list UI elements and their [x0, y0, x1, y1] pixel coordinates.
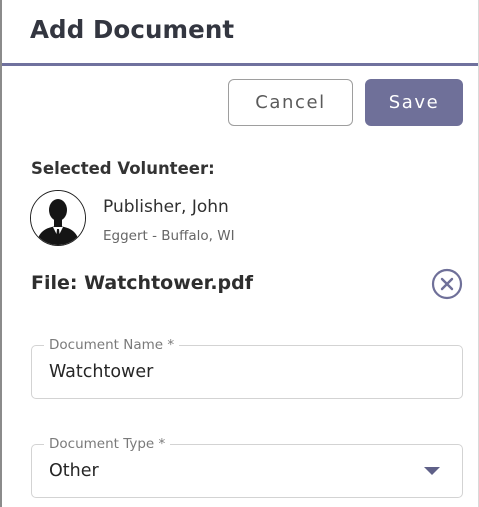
close-circle-icon	[431, 268, 463, 300]
add-document-panel: Add Document Cancel Save Selected Volunt…	[0, 0, 479, 507]
document-name-field[interactable]: Document Name * Watchtower	[31, 336, 463, 399]
panel-header: Add Document	[2, 0, 478, 66]
remove-file-button[interactable]	[431, 268, 463, 300]
caret-down-icon[interactable]	[424, 467, 440, 475]
volunteer-location: Eggert - Buffalo, WI	[103, 228, 235, 244]
person-silhouette-icon	[31, 191, 85, 245]
volunteer-name: Publisher, John	[103, 197, 229, 217]
save-button[interactable]: Save	[365, 79, 463, 126]
document-name-label: Document Name *	[44, 336, 180, 354]
cancel-button[interactable]: Cancel	[228, 79, 353, 126]
document-type-label: Document Type *	[44, 435, 171, 453]
page-title: Add Document	[30, 15, 235, 44]
file-name-label: File: Watchtower.pdf	[31, 272, 253, 294]
avatar	[30, 190, 86, 246]
selected-volunteer-label: Selected Volunteer:	[31, 159, 215, 178]
document-type-select[interactable]: Document Type * Other	[31, 435, 463, 498]
document-name-input[interactable]: Watchtower	[49, 362, 153, 382]
document-type-value[interactable]: Other	[49, 461, 99, 481]
